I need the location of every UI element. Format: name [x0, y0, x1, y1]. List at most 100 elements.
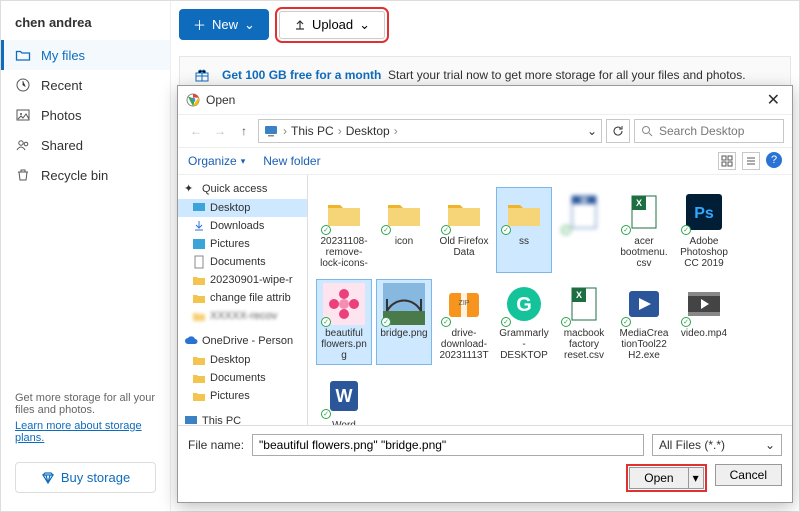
file-item[interactable]: ✓video.mp4	[676, 279, 732, 365]
file-item[interactable]: ✓icon	[376, 187, 432, 273]
tree-item[interactable]: Documents	[178, 369, 307, 387]
file-item[interactable]: ZIP✓drive-download-20231113T071245Z-00…	[436, 279, 492, 365]
tree-item[interactable]: 20230901-wipe-r	[178, 271, 307, 289]
file-name: 20231108-remove-lock-icons-from-file…	[319, 236, 369, 269]
new-folder-button[interactable]: New folder	[263, 154, 320, 168]
file-thumb: W✓	[323, 375, 365, 417]
file-open-dialog: Open ✕ ← → ↑ ›This PC ›Desktop › ⌄	[177, 85, 793, 503]
sync-icon: ✓	[561, 225, 571, 235]
refresh-button[interactable]	[606, 119, 630, 143]
file-name: Adobe Photoshop CC 2019	[679, 236, 729, 269]
sidebar-item-shared[interactable]: Shared	[1, 130, 170, 160]
chevron-down-icon[interactable]: ⌄	[587, 124, 597, 138]
file-thumb: ✓	[623, 283, 665, 325]
tree-item[interactable]: change file attrib	[178, 289, 307, 307]
file-item[interactable]: X✓macbook factory reset.csv	[556, 279, 612, 365]
file-item[interactable]: ✓bridge.png	[376, 279, 432, 365]
breadcrumb[interactable]: ›This PC ›Desktop › ⌄	[258, 119, 602, 143]
view-details-button[interactable]	[742, 152, 760, 170]
file-thumb: ✓	[443, 191, 485, 233]
open-button[interactable]: Open	[629, 467, 688, 489]
tree-item[interactable]: Desktop	[178, 351, 307, 369]
sync-icon: ✓	[441, 225, 451, 235]
tree-item-desktop[interactable]: Desktop	[178, 199, 307, 217]
sync-icon: ✓	[501, 225, 511, 235]
file-thumb: X✓	[563, 283, 605, 325]
new-button[interactable]: ＋ New ⌄	[179, 9, 269, 40]
sidebar-item-photos[interactable]: Photos	[1, 100, 170, 130]
upload-button[interactable]: Upload ⌄	[279, 11, 385, 39]
tree-onedrive[interactable]: OneDrive - Person	[178, 331, 307, 351]
buy-storage-button[interactable]: Buy storage	[15, 462, 156, 493]
file-item[interactable]: ✓Old Firefox Data	[436, 187, 492, 273]
file-thumb: ✓	[683, 283, 725, 325]
tree-item-documents[interactable]: Documents	[178, 253, 307, 271]
upload-icon	[294, 19, 306, 31]
folder-tree: ✦Quick access Desktop Downloads Pictures…	[178, 175, 308, 425]
svg-text:W: W	[336, 386, 353, 406]
file-item[interactable]: G✓Grammarly-DESKTOP-JMVAU93	[496, 279, 552, 365]
trash-icon	[15, 167, 31, 183]
chrome-icon	[186, 93, 200, 107]
storage-plans-link[interactable]: Learn more about storage plans.	[15, 420, 156, 444]
tree-item-pictures[interactable]: Pictures	[178, 235, 307, 253]
file-thumb: X✓	[623, 191, 665, 233]
gift-icon	[194, 67, 210, 83]
forward-button[interactable]: →	[210, 120, 230, 142]
file-item[interactable]: ✓beautiful flowers.png	[316, 279, 372, 365]
file-thumb: ✓	[323, 283, 365, 325]
sidebar-item-recent[interactable]: Recent	[1, 70, 170, 100]
filename-input[interactable]	[252, 434, 644, 456]
filetype-filter[interactable]: All Files (*.*)⌄	[652, 434, 782, 456]
sidebar-item-recyclebin[interactable]: Recycle bin	[1, 160, 170, 190]
pictures-icon	[192, 237, 206, 251]
crumb-desktop[interactable]: Desktop	[346, 124, 390, 138]
sidebar-item-myfiles[interactable]: My files	[1, 40, 170, 70]
file-item[interactable]: ✓MediaCreationTool22H2.exe	[616, 279, 672, 365]
file-thumb: G✓	[503, 283, 545, 325]
file-item[interactable]: ✓ ss	[496, 187, 552, 273]
file-item[interactable]: W✓Word	[316, 371, 372, 425]
chevron-down-icon: ⌄	[244, 17, 255, 33]
svg-text:X: X	[636, 198, 642, 208]
file-name: bridge.png	[380, 328, 427, 339]
file-item[interactable]: Ps✓Adobe Photoshop CC 2019	[676, 187, 732, 273]
folder-icon	[192, 309, 206, 323]
buy-storage-label: Buy storage	[61, 470, 130, 485]
close-button[interactable]: ✕	[763, 90, 784, 110]
crumb-thispc[interactable]: This PC	[291, 124, 334, 138]
file-item[interactable]: X✓acer bootmenu.csv	[616, 187, 672, 273]
svg-text:G: G	[516, 294, 532, 316]
file-name: ss	[519, 236, 529, 247]
search-field[interactable]: Search Desktop	[634, 119, 784, 143]
help-icon[interactable]: ?	[766, 152, 782, 168]
search-placeholder: Search Desktop	[659, 124, 744, 138]
up-button[interactable]: ↑	[234, 120, 254, 142]
filename-label: File name:	[188, 438, 244, 452]
file-item[interactable]: W✓	[556, 187, 612, 273]
sidebar-item-label: Recycle bin	[41, 168, 108, 183]
file-name: acer bootmenu.csv	[619, 236, 669, 269]
sidebar-item-label: Recent	[41, 78, 82, 93]
cancel-button[interactable]: Cancel	[715, 464, 782, 486]
open-dropdown-button[interactable]: ▾	[689, 467, 704, 489]
file-name: MediaCreationTool22H2.exe	[619, 328, 669, 361]
organize-menu[interactable]: Organize ▾	[188, 154, 245, 168]
documents-icon	[192, 255, 206, 269]
tree-item-downloads[interactable]: Downloads	[178, 217, 307, 235]
pc-icon	[263, 123, 279, 139]
storage-promo: Get more storage for all your files and …	[1, 382, 170, 454]
sync-icon: ✓	[321, 317, 331, 327]
file-thumb: W✓	[563, 191, 605, 233]
tree-item[interactable]: XXXXX-recov	[178, 307, 307, 325]
sync-icon: ✓	[321, 225, 331, 235]
file-name: drive-download-20231113T071245Z-00…	[439, 328, 489, 361]
tree-quick-access[interactable]: ✦Quick access	[178, 179, 307, 199]
tree-this-pc[interactable]: This PC	[178, 411, 307, 425]
view-thumbnails-button[interactable]	[718, 152, 736, 170]
tree-item[interactable]: Pictures	[178, 387, 307, 405]
back-button[interactable]: ←	[186, 120, 206, 142]
file-item[interactable]: ✓20231108-remove-lock-icons-from-file…	[316, 187, 372, 273]
download-icon	[192, 219, 206, 233]
search-icon	[641, 125, 653, 137]
